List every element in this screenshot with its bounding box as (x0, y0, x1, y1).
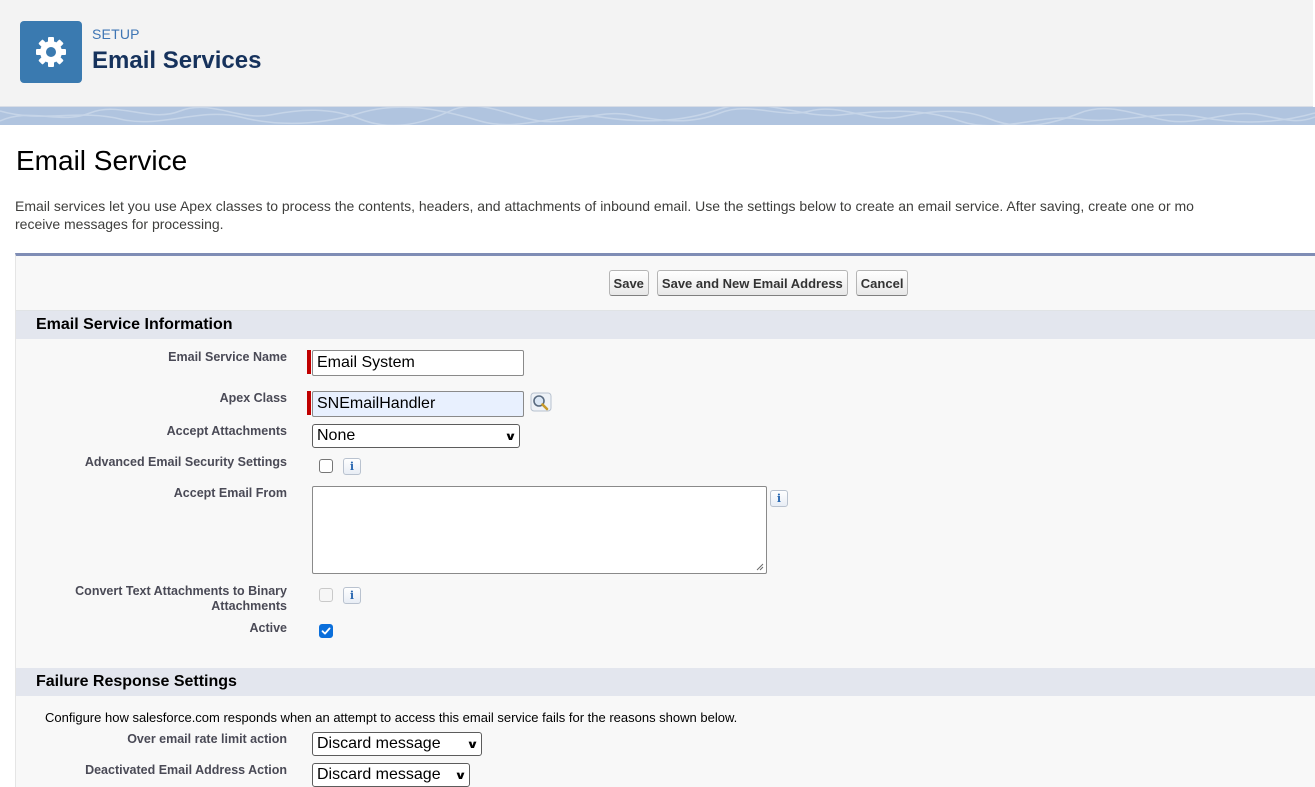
checkmark-icon (321, 627, 331, 635)
field-label: Over email rate limit action (127, 732, 287, 746)
section-header-info: Email Service Information (16, 311, 1315, 339)
required-indicator (307, 391, 311, 415)
email-service-name-input[interactable] (312, 350, 524, 376)
info-icon[interactable]: i (343, 587, 361, 604)
decorative-banner (0, 107, 1315, 125)
select-value: Discard message (317, 766, 441, 783)
save-and-new-button[interactable]: Save and New Email Address (656, 270, 848, 296)
resize-grip-icon[interactable] (756, 563, 764, 571)
info-icon[interactable]: i (343, 458, 361, 475)
accept-attachments-select[interactable]: None ∨ (312, 424, 520, 448)
chevron-down-icon: ∨ (466, 738, 479, 751)
page-description: Email services let you use Apex classes … (15, 197, 1315, 233)
rate-limit-action-select[interactable]: Discard message ∨ (312, 732, 482, 756)
required-indicator (307, 350, 311, 374)
main-content: Email Service Email services let you use… (0, 125, 1315, 787)
button-row: Save Save and New Email Address Cancel (16, 256, 1315, 311)
failure-description: Configure how salesforce.com responds wh… (45, 710, 738, 725)
select-value: None (317, 427, 356, 444)
save-button[interactable]: Save (608, 270, 649, 296)
page: SETUP Email Services Email Service Email… (0, 0, 1315, 787)
field-label: Email Service Name (168, 350, 287, 364)
gear-icon (20, 21, 82, 83)
advanced-security-checkbox[interactable] (319, 459, 333, 473)
edit-form: Save Save and New Email Address Cancel E… (15, 253, 1315, 787)
setup-kicker: SETUP (92, 26, 140, 42)
field-label: Advanced Email Security Settings (84, 455, 287, 469)
field-label: Deactivated Email Address Action (85, 763, 287, 777)
chevron-down-icon: ∨ (504, 430, 517, 443)
description-line: Email services let you use Apex classes … (15, 198, 1194, 214)
apex-class-input[interactable] (312, 391, 524, 417)
info-icon[interactable]: i (770, 490, 788, 507)
select-value: Discard message (317, 735, 441, 752)
convert-text-checkbox (319, 588, 333, 602)
deactivated-address-action-select[interactable]: Discard message ∨ (312, 763, 470, 787)
field-label: Accept Email From (173, 486, 287, 500)
cancel-button[interactable]: Cancel (855, 270, 909, 296)
field-label: Convert Text Attachments to Binary Attac… (47, 584, 287, 614)
active-checkbox[interactable] (319, 624, 333, 638)
field-label: Accept Attachments (166, 424, 287, 438)
description-line: receive messages for processing. (15, 216, 224, 232)
field-label: Apex Class (219, 391, 287, 405)
page-heading: Email Service (16, 145, 188, 176)
label-line: Convert Text Attachments to Binary (75, 584, 287, 598)
accept-email-from-textarea[interactable] (312, 486, 767, 574)
label-line: Attachments (211, 599, 287, 613)
field-label: Active (249, 621, 287, 635)
setup-header: SETUP Email Services (0, 0, 1313, 107)
lookup-magnifier-icon[interactable] (530, 392, 552, 412)
section-header-failure: Failure Response Settings (16, 668, 1315, 696)
page-title: Email Services (92, 47, 262, 74)
chevron-down-icon: ∨ (454, 769, 467, 782)
